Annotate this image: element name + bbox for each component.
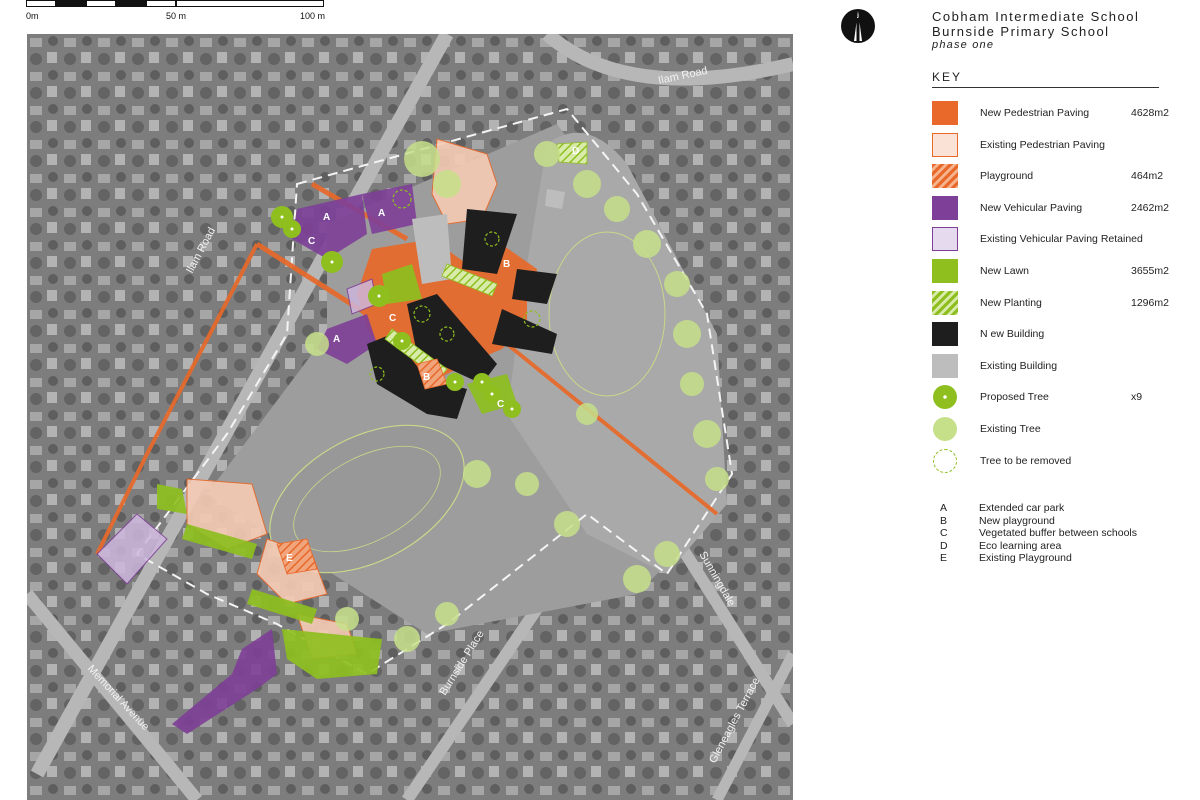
key-label: Proposed Tree — [980, 391, 1049, 404]
solid-swatch-icon — [932, 258, 958, 283]
note-text: Eco learning area — [979, 539, 1062, 552]
marker-e: E — [286, 553, 293, 564]
title-line-1: Cobham Intermediate School — [932, 9, 1140, 24]
marker-c-3: C — [497, 399, 504, 410]
key-label: Tree to be removed — [980, 454, 1072, 467]
key-value: 4628m2 — [1131, 107, 1169, 119]
note-row: B New playground — [940, 515, 1190, 528]
key-item-tree-to-be-removed: Tree to be removed — [932, 448, 1182, 480]
scale-bar: 0m 50 m 100 m — [26, 0, 326, 24]
note-letter: E — [940, 552, 948, 564]
scale-label-50: 50 m — [166, 11, 187, 21]
key-divider — [932, 87, 1159, 88]
marker-d: D — [572, 146, 579, 157]
marker-a-3: A — [333, 334, 340, 345]
key-value: 464m2 — [1131, 170, 1164, 183]
proposed-tree-icon — [933, 385, 957, 410]
outlined-swatch-icon — [932, 227, 958, 252]
scale-bar-segment — [116, 0, 146, 7]
marker-a-1: A — [323, 212, 330, 223]
note-row: D Eco learning area — [940, 540, 1190, 553]
key-value: x9 — [1131, 391, 1143, 404]
key-label: Existing Pedestrian Paving — [980, 138, 1105, 151]
note-text: Extended car park — [979, 502, 1065, 514]
key-item-new-lawn: New Lawn 3655m2 — [932, 258, 1182, 290]
outlined-swatch-icon — [932, 132, 958, 157]
solid-swatch-icon — [932, 195, 958, 220]
legend-key-list: New Pedestrian Paving 4628m2 Existing Pe… — [932, 100, 1182, 479]
title-phase: phase one — [932, 39, 995, 51]
scale-bar-segment — [56, 0, 86, 7]
scale-bar-segment — [26, 0, 56, 7]
key-heading: KEY — [932, 70, 963, 84]
key-label: N ew Building — [980, 328, 1045, 341]
key-item-new-pedestrian-paving: New Pedestrian Paving 4628m2 — [932, 100, 1182, 132]
key-item-new-building: N ew Building — [932, 321, 1182, 353]
note-text: Vegetated buffer between schools — [979, 527, 1138, 539]
key-item-proposed-tree: Proposed Tree x9 — [932, 384, 1182, 416]
north-label: N — [856, 15, 860, 21]
key-label: New Planting — [980, 296, 1042, 309]
key-label: New Pedestrian Paving — [980, 107, 1090, 119]
key-item-existing-building: Existing Building — [932, 353, 1182, 385]
tree-removed-icon — [933, 448, 957, 473]
north-arrow-icon: N — [840, 8, 876, 44]
key-item-playground: Playground 464m2 — [932, 163, 1182, 195]
key-label: Existing Vehicular Paving Retained — [980, 233, 1143, 246]
key-label: Existing Building — [980, 359, 1058, 372]
key-value: 3655m2 — [1131, 264, 1169, 277]
solid-swatch-icon — [932, 101, 958, 125]
key-label: New Lawn — [980, 264, 1030, 277]
scale-label-100: 100 m — [300, 11, 326, 21]
note-letter: A — [940, 502, 948, 514]
marker-c-1: C — [308, 236, 315, 247]
note-letter: B — [940, 514, 948, 527]
solid-swatch-icon — [932, 322, 958, 347]
key-label: Existing Tree — [980, 422, 1041, 435]
site-plan-map[interactable]: Ilam Road Ilam Road Burnside Place Sunni… — [27, 34, 793, 800]
note-row: E Existing Playground — [940, 552, 1190, 565]
note-row: A Extended car park — [940, 502, 1190, 515]
key-item-existing-pedestrian-paving: Existing Pedestrian Paving — [932, 132, 1182, 164]
scale-label-0: 0m — [26, 11, 39, 21]
key-item-new-planting: New Planting 1296m2 — [932, 290, 1182, 322]
key-item-existing-tree: Existing Tree — [932, 416, 1182, 448]
hatched-swatch-icon — [932, 290, 958, 315]
marker-b-2: B — [423, 372, 430, 383]
note-letter: D — [940, 539, 948, 552]
note-row: C Vegetated buffer between schools — [940, 527, 1190, 540]
key-value: 1296m2 — [1131, 296, 1169, 309]
key-item-new-vehicular-paving: New Vehicular Paving 2462m2 — [932, 195, 1182, 227]
scale-bar-segment — [146, 0, 176, 7]
key-item-existing-vehicular-paving: Existing Vehicular Paving Retained — [932, 226, 1182, 258]
area-notes: A Extended car park B New playground C V… — [940, 502, 1190, 565]
solid-swatch-icon — [932, 353, 958, 378]
existing-tree-icon — [933, 416, 957, 441]
hatched-swatch-icon — [932, 164, 958, 189]
note-text: Existing Playground — [979, 552, 1072, 564]
key-label: Playground — [980, 170, 1034, 183]
key-label: New Vehicular Paving — [980, 201, 1083, 214]
note-text: New playground — [979, 514, 1055, 527]
title-block: Cobham Intermediate School Burnside Prim… — [932, 9, 1192, 52]
marker-b-1: B — [503, 259, 510, 270]
note-letter: C — [940, 527, 948, 539]
scale-bar-segment — [86, 0, 116, 7]
marker-c-2: C — [389, 313, 396, 324]
marker-a-2: A — [378, 208, 385, 219]
scale-bar-segment — [176, 0, 324, 7]
title-line-2: Burnside Primary School — [932, 24, 1110, 39]
key-value: 2462m2 — [1131, 201, 1169, 214]
